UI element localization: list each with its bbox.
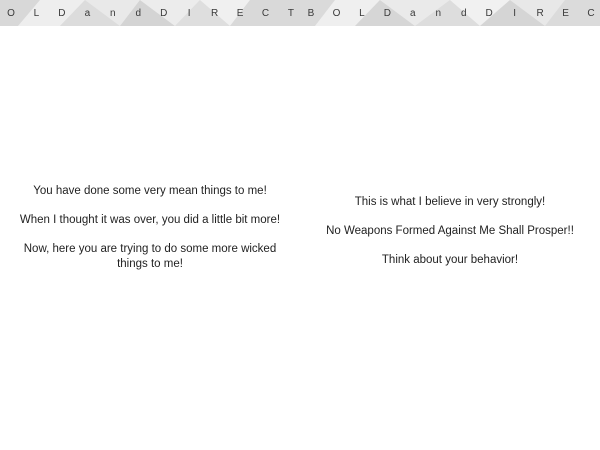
header-letter: d: [135, 7, 142, 19]
header-letter: C: [261, 7, 270, 19]
header-letter: L: [359, 7, 365, 19]
header-letter: a: [410, 7, 416, 19]
left-page: O L Da n d D I R E C T You have done some very mea…: [0, 0, 300, 450]
left-paragraph-1: You have done some very mean things to m…: [33, 185, 267, 197]
right-page-body: This is what I believe in very strongly!…: [314, 195, 586, 282]
left-header-letters: O L Da n d D I R E C T: [0, 0, 300, 26]
header-letter: d: [460, 7, 467, 19]
left-page-header-banner: O L Da n d D I R E C T: [0, 0, 300, 26]
document-spread: O L Da n d D I R E C T You have done some very mea…: [0, 0, 600, 450]
header-letter: E: [236, 7, 244, 19]
header-letter: I: [187, 7, 191, 19]
header-letter: T: [287, 7, 295, 19]
left-paragraph-3: Now, here you are trying to do some more…: [23, 243, 277, 270]
header-letter: O: [332, 7, 341, 19]
header-letter: I: [513, 7, 517, 19]
header-letter: R: [536, 7, 544, 19]
header-letter: D: [485, 7, 493, 19]
header-letter: B: [307, 7, 315, 19]
header-letter: D: [160, 7, 168, 19]
right-paragraph-3: Think about your behavior!: [381, 254, 519, 266]
right-page: B O L Da n d D I R E C This is what I believe in v…: [300, 0, 600, 450]
right-page-header-banner: B O L Da n d D I R E C: [300, 0, 600, 26]
header-letter: n: [110, 7, 116, 19]
right-header-letters: B O L Da n d D I R E C: [300, 0, 600, 26]
header-letter: R: [211, 7, 219, 19]
header-letter: C: [587, 7, 595, 19]
header-letter: E: [562, 7, 569, 19]
header-letter: O: [7, 7, 15, 19]
header-letter: D: [383, 7, 391, 19]
header-letter: n: [435, 7, 442, 19]
left-paragraph-2: When I thought it was over, you did a li…: [19, 214, 281, 226]
right-paragraph-2: No Weapons Formed Against Me Shall Prosp…: [326, 225, 574, 237]
header-letter: a: [84, 7, 91, 19]
header-letter: D: [58, 7, 66, 19]
header-letter: L: [33, 7, 40, 19]
right-paragraph-1: This is what I believe in very strongly!: [354, 196, 546, 208]
left-page-body: You have done some very mean things to m…: [14, 184, 286, 286]
